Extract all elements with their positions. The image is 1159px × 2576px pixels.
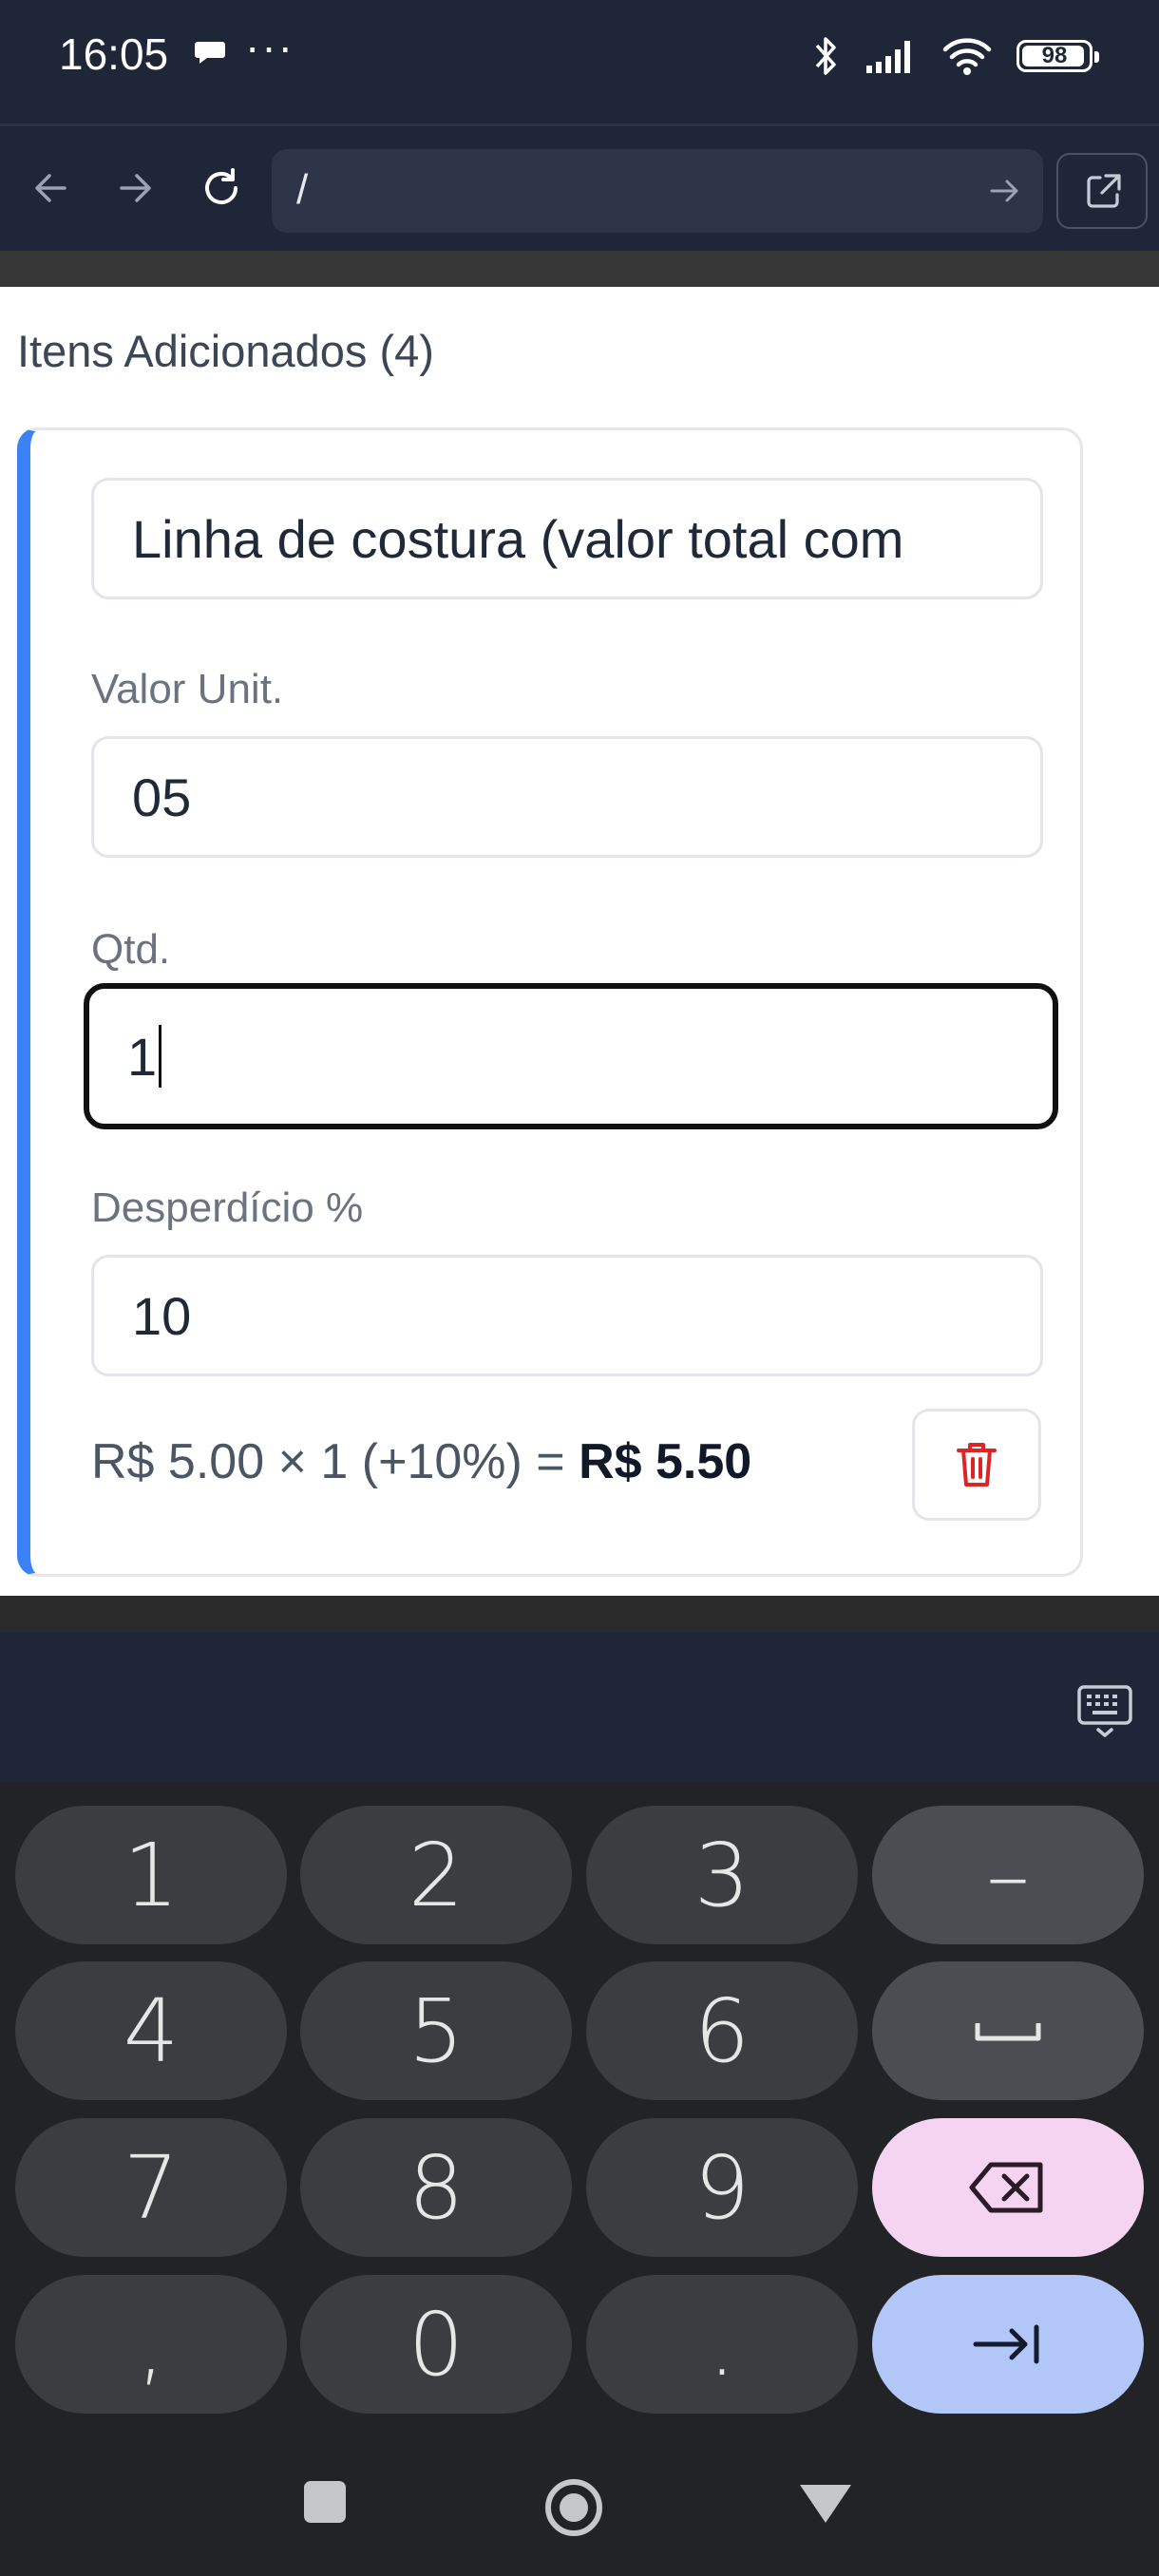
key-9[interactable]: 9 [586,2118,858,2257]
key-space[interactable] [872,1961,1144,2100]
key-next[interactable] [872,2275,1144,2414]
quantity-label: Qtd. [91,926,171,973]
key-8[interactable]: 8 [300,2118,572,2257]
key-3[interactable]: 3 [586,1806,858,1944]
system-nav-bar [0,2428,1159,2576]
battery-icon: 98 [1016,40,1099,72]
item-card: Linha de costura (valor total com Valor … [17,427,1083,1577]
bluetooth-icon [815,37,836,75]
numeric-keyboard: 1 2 3 – 4 5 6 7 8 9 , 0 . [0,1782,1159,2428]
signal-icon [866,41,910,73]
summary-formula: R$ 5.00 × 1 (+10%) = [91,1434,580,1489]
browser-toolbar: / [0,123,1159,252]
key-1[interactable]: 1 [15,1806,287,1944]
back-arrow-icon[interactable] [27,164,74,212]
tab-next-icon [973,2324,1039,2364]
page-content: Itens Adicionados (4) Linha de costura (… [0,287,1159,1596]
item-name-input[interactable]: Linha de costura (valor total com [91,478,1043,599]
wifi-icon [942,38,992,75]
section-title: Itens Adicionados (4) [17,326,434,376]
key-5[interactable]: 5 [300,1961,572,2100]
unit-price-input[interactable]: 05 [91,736,1043,858]
forward-arrow-icon[interactable] [112,164,160,212]
item-total-summary: R$ 5.00 × 1 (+10%) = R$ 5.50 [91,1433,751,1490]
go-arrow-icon[interactable] [986,172,1024,210]
quantity-value: 1 [127,1026,158,1087]
waste-label: Desperdício % [91,1184,364,1231]
status-time: 16:05 [59,29,169,79]
backspace-icon [969,2162,1043,2213]
unit-price-label: Valor Unit. [91,666,284,712]
key-2[interactable]: 2 [300,1806,572,1944]
page-bottom-divider [0,1596,1159,1632]
key-comma[interactable]: , [15,2275,287,2414]
home-icon[interactable] [543,2477,604,2538]
key-7[interactable]: 7 [15,2118,287,2257]
delete-item-button[interactable] [912,1409,1041,1521]
more-notifications: ··· [245,22,294,71]
open-external-icon [1087,174,1121,208]
key-0[interactable]: 0 [300,2275,572,2414]
page-top-divider [0,251,1159,287]
open-external-button[interactable] [1056,153,1148,229]
key-backspace[interactable] [872,2118,1144,2257]
back-triangle-icon[interactable] [798,2483,853,2525]
reload-icon[interactable] [198,164,245,212]
hide-keyboard-icon[interactable] [1075,1681,1134,1740]
space-icon [975,2023,1041,2041]
status-bar: 16:05 ··· 98 [0,0,1159,123]
recents-icon[interactable] [302,2479,348,2525]
waste-percent-input[interactable]: 10 [91,1255,1043,1376]
text-caret [159,1025,162,1088]
url-text[interactable]: / [296,166,308,214]
quantity-input[interactable]: 1 [84,983,1058,1129]
key-minus[interactable]: – [872,1806,1144,1944]
chat-bubble-icon [195,42,225,64]
key-period[interactable]: . [586,2275,858,2414]
key-4[interactable]: 4 [15,1961,287,2100]
trash-icon [957,1443,997,1487]
battery-level: 98 [1041,43,1068,68]
url-bar[interactable]: / [272,149,1043,233]
keyboard-toolbar [0,1632,1159,1782]
key-6[interactable]: 6 [586,1961,858,2100]
summary-total: R$ 5.50 [579,1434,752,1489]
